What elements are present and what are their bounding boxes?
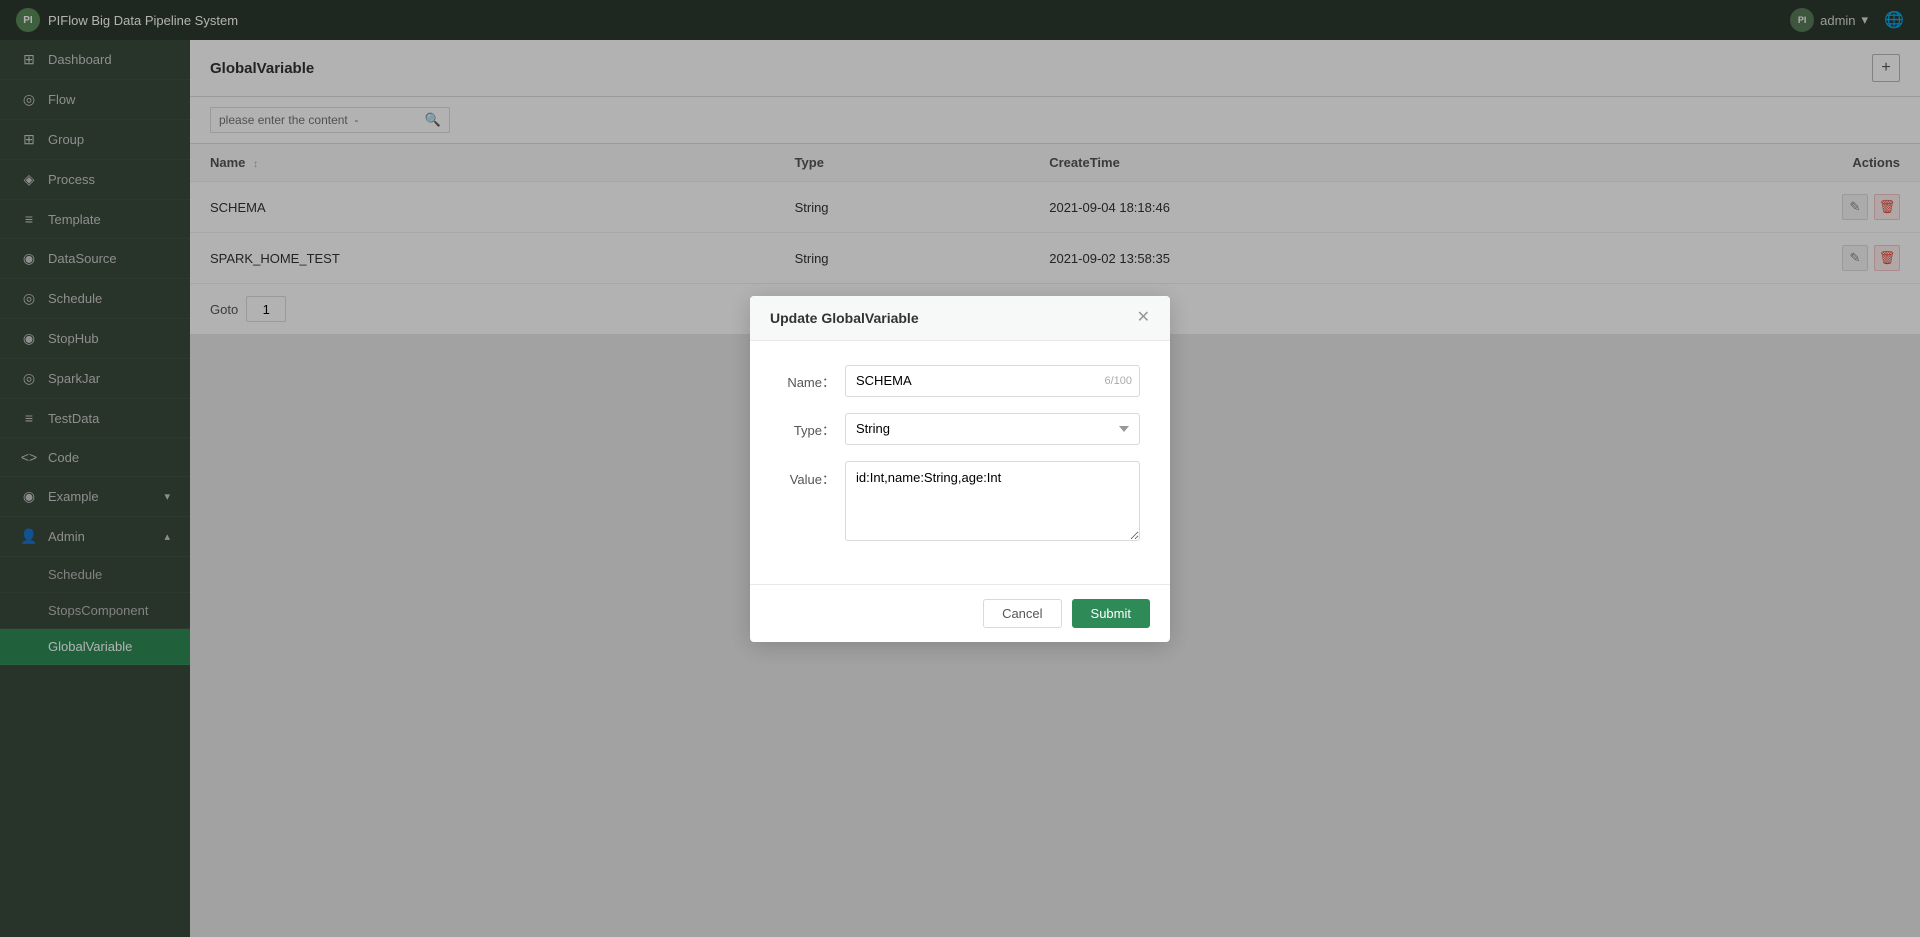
name-label: Name：: [780, 365, 835, 391]
name-field-row: Name： 6/100: [780, 365, 1140, 397]
modal-footer: Cancel Submit: [750, 584, 1170, 642]
value-field-wrapper: [845, 461, 1140, 544]
cancel-button[interactable]: Cancel: [983, 599, 1061, 628]
update-modal: Update GlobalVariable ✕ Name： 6/100 Type…: [750, 296, 1170, 642]
name-field-wrapper: 6/100: [845, 365, 1140, 397]
modal-body: Name： 6/100 Type： StringIntegerBooleanDo…: [750, 341, 1170, 584]
type-field-row: Type： StringIntegerBooleanDouble: [780, 413, 1140, 445]
name-char-count: 6/100: [1104, 375, 1132, 387]
value-label: Value：: [780, 461, 835, 488]
modal-title: Update GlobalVariable: [770, 310, 919, 326]
submit-button[interactable]: Submit: [1072, 599, 1150, 628]
modal-overlay: Update GlobalVariable ✕ Name： 6/100 Type…: [0, 0, 1920, 937]
type-field-wrapper: StringIntegerBooleanDouble: [845, 413, 1140, 445]
modal-header: Update GlobalVariable ✕: [750, 296, 1170, 341]
name-input-container: 6/100: [845, 365, 1140, 397]
value-field-row: Value：: [780, 461, 1140, 544]
name-input[interactable]: [845, 365, 1140, 397]
value-textarea[interactable]: [845, 461, 1140, 541]
type-label: Type：: [780, 413, 835, 439]
modal-close-button[interactable]: ✕: [1137, 310, 1150, 326]
type-select[interactable]: StringIntegerBooleanDouble: [845, 413, 1140, 445]
